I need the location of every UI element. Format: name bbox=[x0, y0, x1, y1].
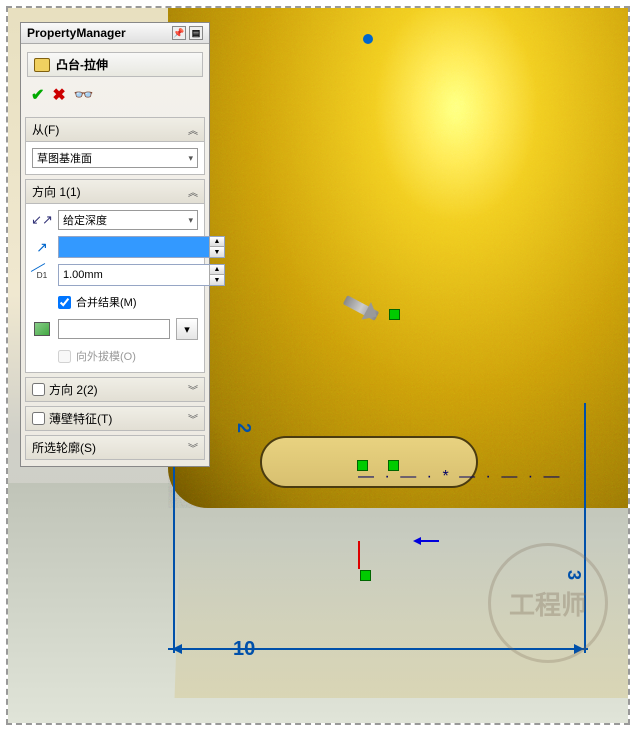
from-dropdown[interactable]: 草图基准面 bbox=[32, 148, 198, 168]
cancel-button[interactable]: ✖ bbox=[52, 85, 65, 105]
sketch-handle[interactable] bbox=[360, 570, 371, 581]
sketch-handle[interactable] bbox=[389, 309, 400, 320]
draft-menu-button[interactable]: ▾ bbox=[176, 318, 198, 340]
chevron-up-icon: ︽ bbox=[188, 184, 198, 199]
pm-title-text: PropertyManager bbox=[27, 26, 126, 40]
end-condition-value: 给定深度 bbox=[63, 212, 107, 228]
stepper-down[interactable]: ▼ bbox=[210, 275, 224, 285]
draft-angle-field[interactable] bbox=[58, 319, 170, 339]
pm-options-icon[interactable]: ▤ bbox=[189, 26, 203, 40]
draft-icon[interactable] bbox=[32, 319, 52, 339]
merge-result-checkbox[interactable]: 合并结果(M) bbox=[58, 294, 137, 310]
pm-pin-icon[interactable]: 📌 bbox=[172, 26, 186, 40]
direction-vector-icon[interactable]: ↗ bbox=[32, 237, 52, 257]
reverse-direction-icon[interactable]: ↙↗ bbox=[32, 210, 52, 230]
draft-outward-input bbox=[58, 350, 71, 363]
triad-axis-red bbox=[358, 541, 360, 569]
dir2-enable-checkbox[interactable] bbox=[32, 383, 45, 396]
depth-field[interactable]: ▲▼ bbox=[58, 264, 225, 286]
section-contours-label: 所选轮廓(S) bbox=[32, 439, 96, 456]
stepper-up[interactable]: ▲ bbox=[210, 237, 224, 247]
section-from-header[interactable]: 从(F) ︽ bbox=[25, 117, 205, 142]
section-contours-header[interactable]: 所选轮廓(S) ︾ bbox=[25, 435, 205, 460]
chevron-down-icon: ︾ bbox=[188, 382, 198, 397]
chevron-down-icon: ︾ bbox=[188, 411, 198, 426]
dim-width-value[interactable]: 10 bbox=[233, 638, 255, 661]
thin-enable-checkbox[interactable] bbox=[32, 412, 45, 425]
section-dir1-body: ↙↗ 给定深度 ↗ ▲▼ D1 ▲▼ bbox=[25, 204, 205, 373]
draft-outward-checkbox: 向外拔模(O) bbox=[58, 348, 136, 364]
chevron-up-icon: ︽ bbox=[188, 122, 198, 137]
section-dir1-header[interactable]: 方向 1(1) ︽ bbox=[25, 179, 205, 204]
section-from-label: 从(F) bbox=[32, 121, 59, 138]
chevron-down-icon: ︾ bbox=[188, 440, 198, 455]
section-from-body: 草图基准面 bbox=[25, 142, 205, 175]
stepper-up[interactable]: ▲ bbox=[210, 265, 224, 275]
from-dropdown-value: 草图基准面 bbox=[37, 150, 92, 166]
pm-feature-header: 凸台-拉伸 bbox=[27, 52, 203, 77]
direction-vector-input[interactable] bbox=[59, 237, 209, 257]
depth-icon: D1 bbox=[32, 265, 52, 285]
dim-left-value[interactable]: 2 bbox=[233, 423, 254, 433]
section-thin-label: 薄壁特征(T) bbox=[49, 410, 112, 427]
property-manager-panel: PropertyManager 📌 ▤ 凸台-拉伸 ✔ ✖ 👓 从(F) ︽ bbox=[20, 22, 210, 467]
pm-title-bar: PropertyManager 📌 ▤ bbox=[21, 23, 209, 44]
extrude-icon bbox=[34, 58, 50, 72]
merge-result-label: 合并结果(M) bbox=[76, 294, 137, 310]
section-dir1-label: 方向 1(1) bbox=[32, 183, 81, 200]
section-thin-header[interactable]: 薄壁特征(T) ︾ bbox=[25, 406, 205, 431]
draft-outward-label: 向外拔模(O) bbox=[76, 348, 136, 364]
direction-vector-field[interactable]: ▲▼ bbox=[58, 236, 225, 258]
watermark: 工程师 bbox=[488, 543, 608, 663]
triad-axis-blue bbox=[415, 540, 439, 542]
pm-action-row: ✔ ✖ 👓 bbox=[21, 81, 209, 113]
stepper-down[interactable]: ▼ bbox=[210, 247, 224, 257]
viewport: — · — · * — · — · — 10 2 3 工程师 PropertyM… bbox=[6, 6, 630, 725]
depth-input[interactable] bbox=[59, 265, 209, 285]
pm-feature-name: 凸台-拉伸 bbox=[56, 56, 108, 73]
detailed-preview-button[interactable]: 👓 bbox=[74, 85, 92, 105]
origin-point-top[interactable] bbox=[363, 34, 373, 44]
section-dir2-header[interactable]: 方向 2(2) ︾ bbox=[25, 377, 205, 402]
merge-result-input[interactable] bbox=[58, 296, 71, 309]
end-condition-dropdown[interactable]: 给定深度 bbox=[58, 210, 198, 230]
ok-button[interactable]: ✔ bbox=[31, 85, 44, 105]
section-dir2-label: 方向 2(2) bbox=[49, 381, 98, 398]
sketch-centerline: — · — · * — · — · — bbox=[358, 468, 563, 486]
